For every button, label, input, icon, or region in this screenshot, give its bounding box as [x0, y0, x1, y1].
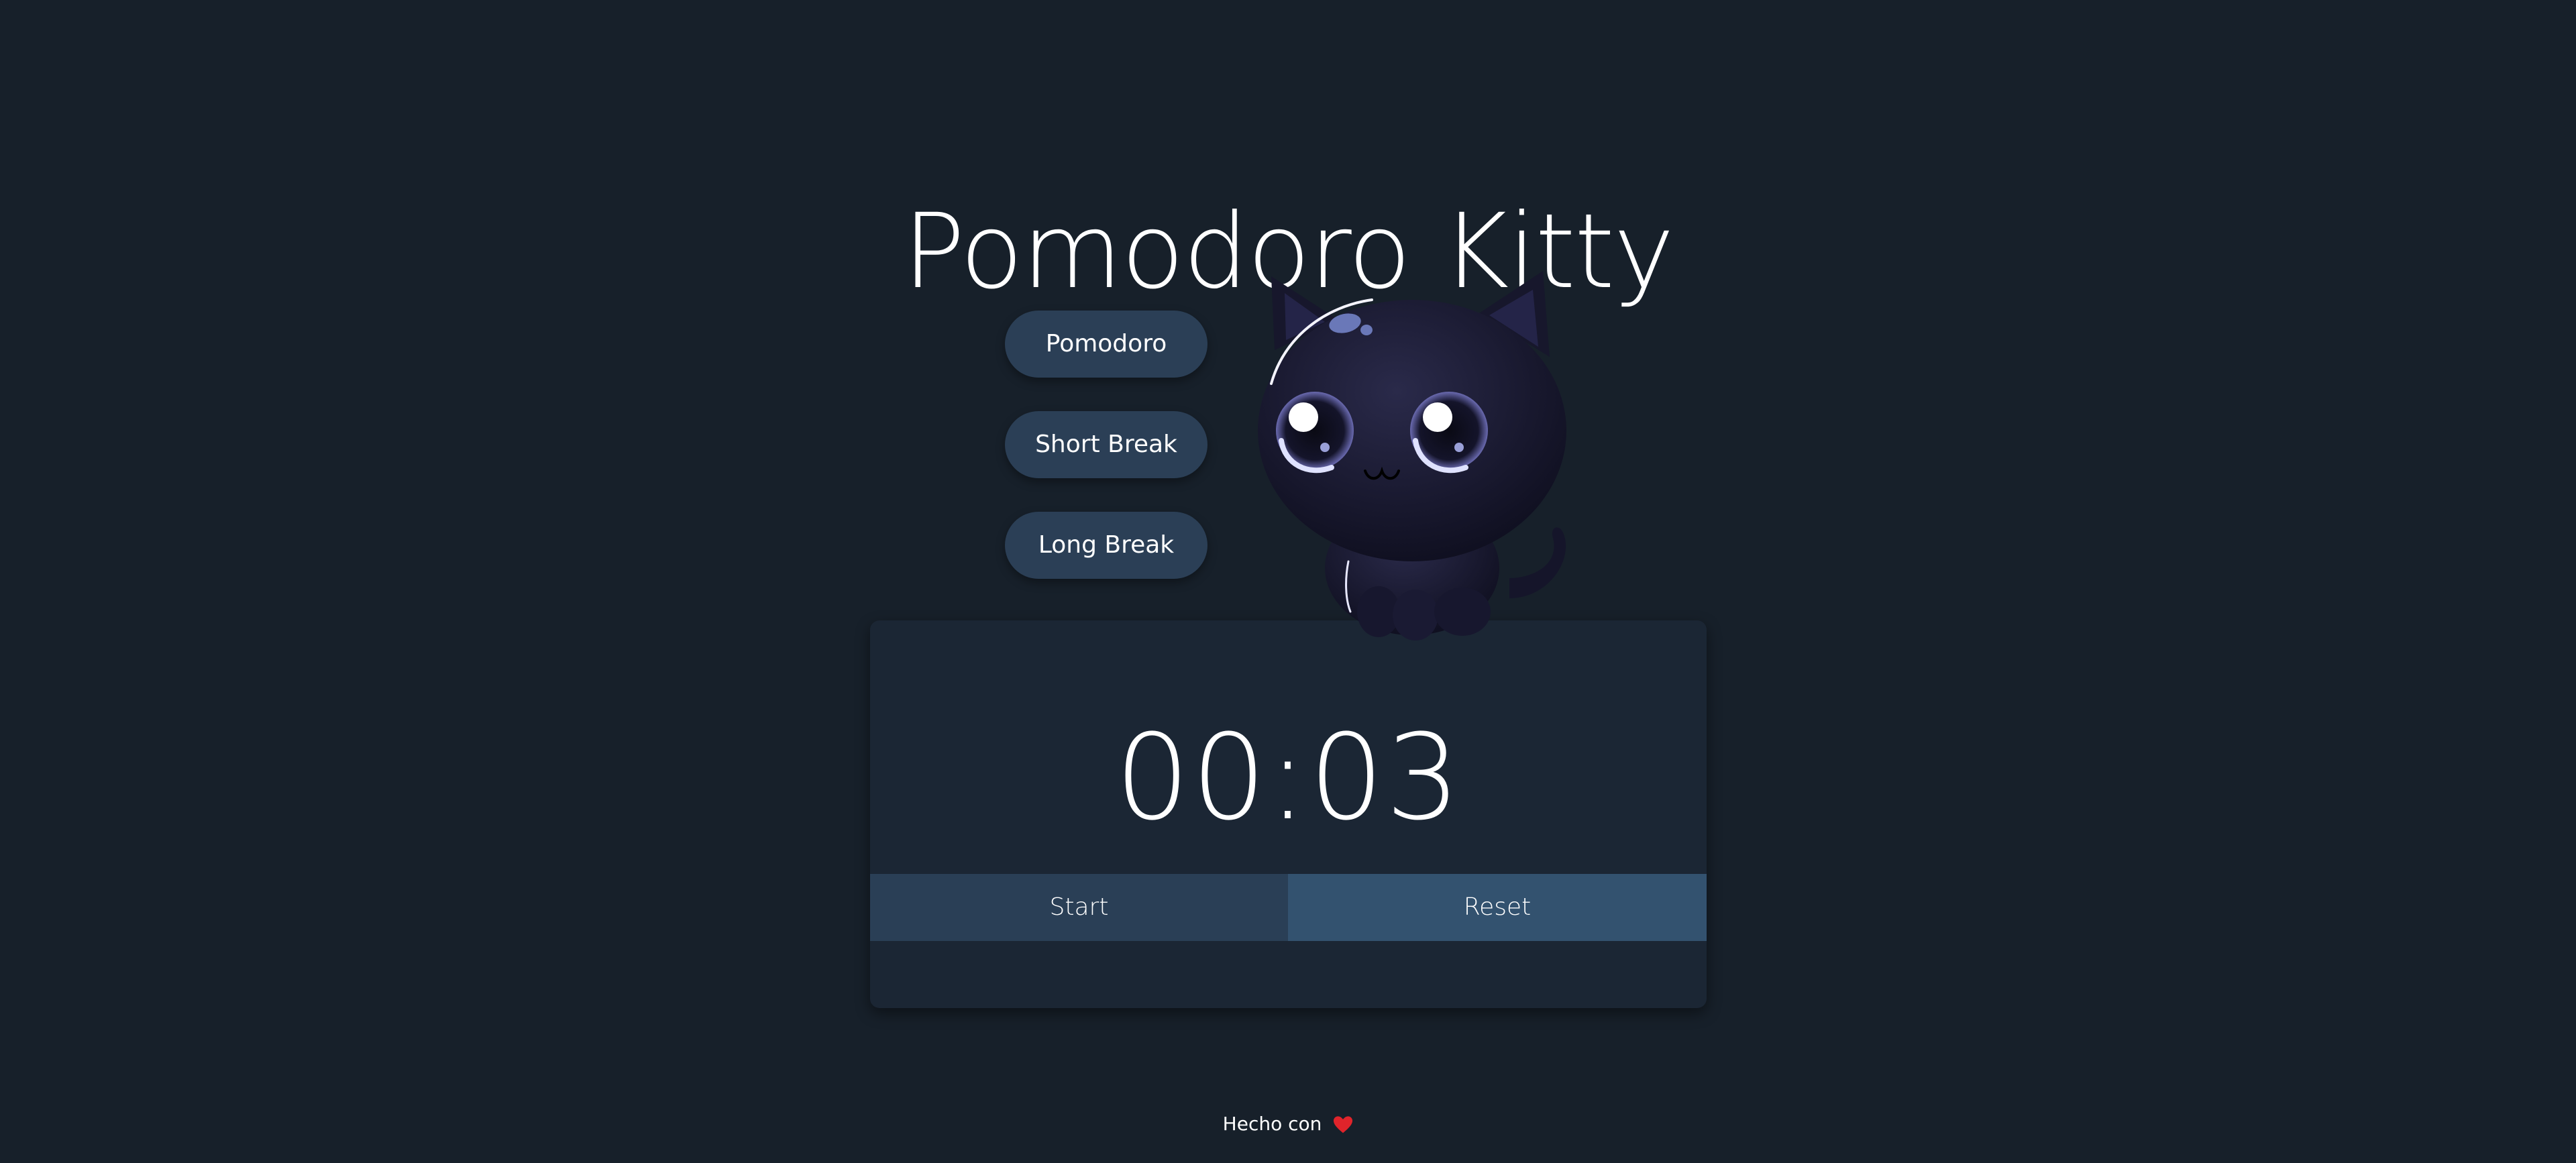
- page: Pomodoro Kitty Pomodoro Short Break Long…: [0, 0, 2576, 1163]
- pomodoro-button[interactable]: Pomodoro: [1005, 311, 1208, 378]
- start-button[interactable]: Start: [870, 874, 1288, 941]
- kitty-mascot-image: [1258, 271, 1566, 641]
- short-break-button[interactable]: Short Break: [1005, 411, 1208, 478]
- long-break-button[interactable]: Long Break: [1005, 512, 1208, 579]
- footer-text: Hecho con: [1222, 1113, 1322, 1135]
- timer-card: 00:03 Start Reset: [870, 620, 1707, 1008]
- footer: Hecho con: [0, 1111, 2576, 1138]
- heart-icon: [1334, 1116, 1353, 1133]
- timer-display: 00:03: [1114, 709, 1462, 846]
- reset-button[interactable]: Reset: [1288, 874, 1707, 941]
